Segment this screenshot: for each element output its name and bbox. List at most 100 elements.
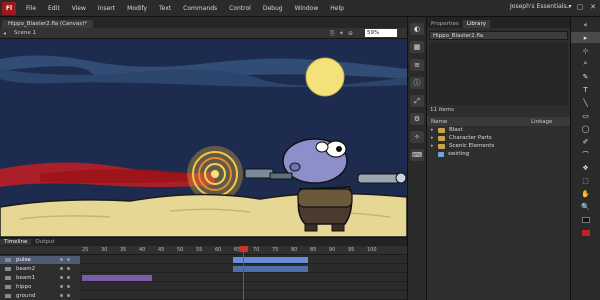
menu-insert[interactable]: Insert [92,5,121,12]
zoom-tool-icon[interactable]: 🔍 [571,201,600,212]
library-file-select[interactable]: Hippo_Blaster2.fla [429,31,568,40]
lock-dot[interactable] [67,258,70,261]
stage-artwork [0,39,407,237]
zoom-select[interactable]: 59% [365,29,397,37]
edit-bar: ◂ Scene 1 ⎘ ✦ ⊕ 59% [0,28,407,39]
tween-span[interactable] [233,257,308,263]
visibility-dot[interactable] [60,276,63,279]
menu-control[interactable]: Control [223,5,257,12]
document-tabs: Hippo_Blaster2.fla (Canvas)* [0,17,407,28]
lock-dot[interactable] [67,294,70,297]
timeline-tabs: Timeline Output [0,238,407,246]
menu-help[interactable]: Help [324,5,350,12]
edit-symbol-icon[interactable]: ✦ [339,30,344,38]
collapse-icon[interactable]: « [571,19,600,30]
tween-span[interactable] [82,275,152,281]
swatches-panel-icon[interactable]: ▦ [410,41,424,53]
eraser-tool-icon[interactable]: ⬚ [571,175,600,186]
stroke-color-control[interactable] [571,214,600,225]
visibility-dot[interactable] [60,258,63,261]
menu-view[interactable]: View [66,5,92,12]
timeline-layer-row[interactable]: pulse [0,256,407,264]
bone-tool-icon[interactable]: ❖ [571,162,600,173]
menu-edit[interactable]: Edit [42,5,66,12]
ruler-tick: 80 [291,247,298,253]
timeline-layer-row[interactable]: ground [0,292,407,300]
tab-output[interactable]: Output [31,239,58,245]
playhead[interactable] [243,246,244,300]
tab-library[interactable]: Library [462,20,491,28]
maximize-icon[interactable]: ▢ [577,3,584,11]
timeline-layer-row[interactable]: beam2 [0,265,407,273]
lock-dot[interactable] [67,267,70,270]
timeline-layer-row[interactable]: hippo [0,283,407,291]
edit-scene-icon[interactable]: ⎘ [330,30,335,38]
back-arrow-icon[interactable]: ◂ [3,30,6,37]
ruler-tick: 25 [82,247,89,253]
expand-icon[interactable]: ▸ [431,143,435,149]
lock-dot[interactable] [67,285,70,288]
menu-text[interactable]: Text [153,5,177,12]
selection-tool-icon[interactable]: ▸ [571,32,600,43]
align-panel-icon[interactable]: ≡ [410,59,424,71]
pen-tool-icon[interactable]: ✎ [571,71,600,82]
center-stage-icon[interactable]: ⊕ [348,30,353,38]
tab-properties[interactable]: Properties [427,20,463,28]
timeline-layer-row[interactable]: beam1 [0,274,407,282]
library-item[interactable]: ▸ Blast [427,126,570,134]
oval-tool-icon[interactable]: ◯ [571,123,600,134]
library-item-label: Scenic Elements [449,143,495,149]
ruler-tick: 60 [215,247,222,253]
library-item[interactable]: swirling [427,150,570,158]
library-preview [429,43,568,105]
library-item[interactable]: ▸ Character Parts [427,134,570,142]
rectangle-tool-icon[interactable]: ▭ [571,110,600,121]
scene-icons: ⎘ ✦ ⊕ [330,30,353,38]
panel-icon-strip: ◐ ▦ ≡ ⓘ ⤢ ⚙ ✧ ⌨ [407,17,427,300]
text-tool-icon[interactable]: T [571,84,600,95]
menu-window[interactable]: Window [289,5,325,12]
info-panel-icon[interactable]: ⓘ [410,77,424,89]
line-tool-icon[interactable]: ╲ [571,97,600,108]
expand-icon[interactable]: ▸ [431,135,435,141]
layer-label: pulse [16,257,31,263]
column-linkage[interactable]: Linkage [531,119,552,125]
timeline-ruler[interactable]: 25 30 35 40 45 50 55 60 65 70 75 80 85 90 95 100 [0,246,407,255]
minimize-icon[interactable]: – [566,3,570,11]
lock-dot[interactable] [67,276,70,279]
menu-debug[interactable]: Debug [257,5,289,12]
tween-span[interactable] [233,266,308,272]
expand-icon[interactable]: ▸ [431,127,435,133]
library-item[interactable]: ▸ Scenic Elements [427,142,570,150]
components-panel-icon[interactable]: ⚙ [410,113,424,125]
layer-label: ground [16,293,36,299]
library-panel: Properties Library Hippo_Blaster2.fla 11… [427,17,570,300]
hand-tool-icon[interactable]: ✋ [571,188,600,199]
folder-icon [438,143,445,149]
stage-canvas[interactable] [0,39,407,237]
pencil-tool-icon[interactable]: ✐ [571,136,600,147]
fill-color-control[interactable] [571,227,600,238]
transform-panel-icon[interactable]: ⤢ [410,95,424,107]
document-tab[interactable]: Hippo_Blaster2.fla (Canvas)* [2,20,94,28]
brush-tool-icon[interactable]: ⌒ [571,149,600,160]
motion-presets-icon[interactable]: ✧ [410,131,424,143]
layer-label: hippo [16,284,32,290]
code-snippets-icon[interactable]: ⌨ [410,149,424,161]
close-icon[interactable]: ✕ [590,3,596,11]
color-panel-icon[interactable]: ◐ [410,23,424,35]
library-item-label: Character Parts [449,135,492,141]
tab-timeline[interactable]: Timeline [0,239,32,245]
menu-modify[interactable]: Modify [121,5,153,12]
subselection-tool-icon[interactable]: ⊹ [571,45,600,56]
lasso-tool-icon[interactable]: ⌕ [571,58,600,69]
column-name[interactable]: Name [431,119,531,125]
timeline-panel: Timeline Output 25 30 35 40 45 50 55 60 65 70 75 80… [0,237,407,300]
visibility-dot[interactable] [60,294,63,297]
scene-label[interactable]: Scene 1 [14,30,36,36]
visibility-dot[interactable] [60,285,63,288]
workspace-switcher[interactable]: Joseph's Essentials ▾ [510,3,572,10]
menu-commands[interactable]: Commands [177,5,223,12]
menu-file[interactable]: File [20,5,42,12]
visibility-dot[interactable] [60,267,63,270]
